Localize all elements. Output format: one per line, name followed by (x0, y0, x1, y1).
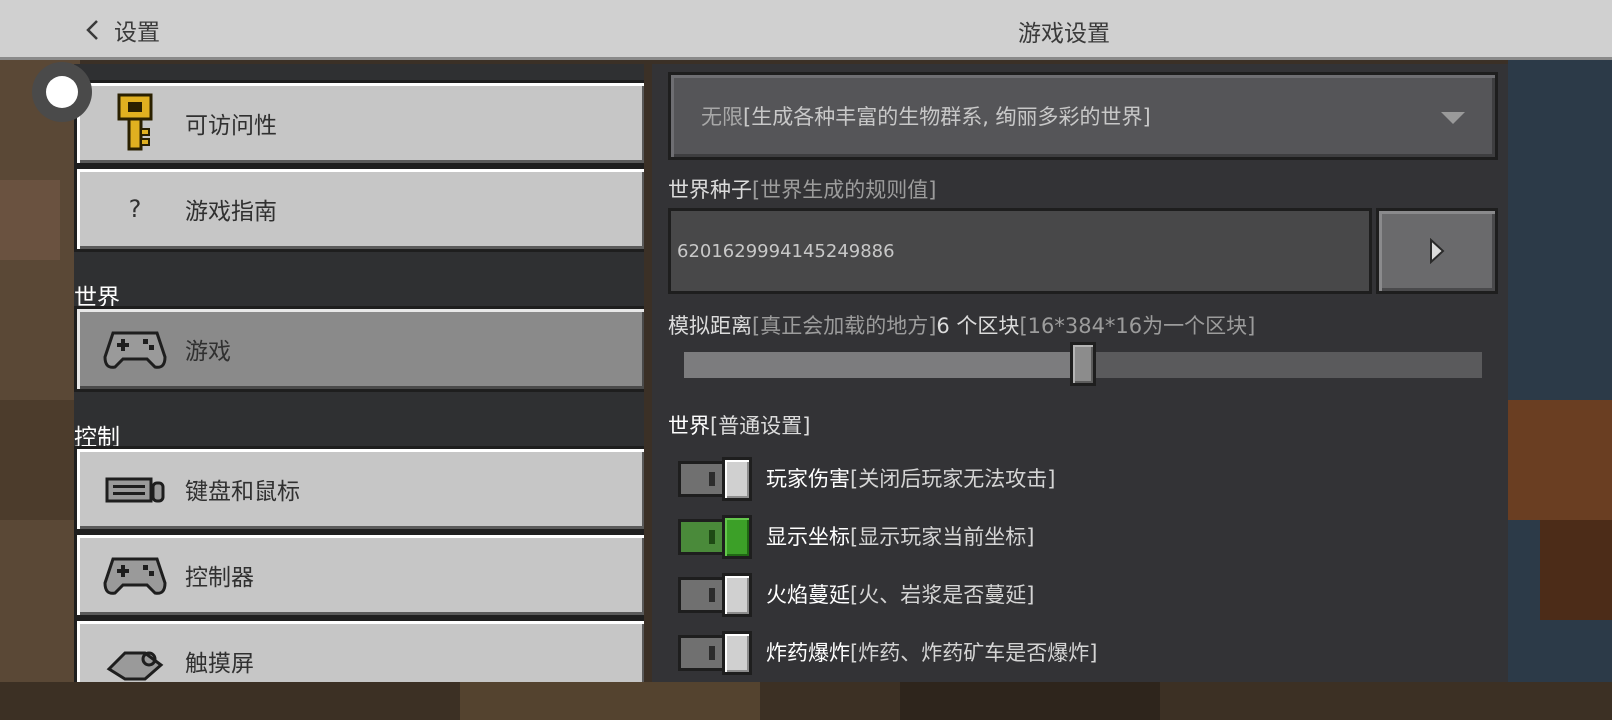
dropdown-caret-icon (1441, 112, 1465, 124)
sidebar-item-label: 可访问性 (185, 113, 277, 139)
toggle-label: 玩家伤害[关闭后玩家无法攻击] (766, 467, 1056, 491)
player-damage-toggle[interactable] (678, 457, 754, 501)
sidebar-item-label: 触摸屏 (185, 651, 254, 677)
sidebar-item-controller[interactable]: 控制器 (74, 532, 644, 618)
circle-dot-icon (46, 76, 78, 108)
floating-toggle-button[interactable] (32, 62, 92, 122)
sidebar-item-label: 游戏 (185, 339, 231, 365)
game-settings-panel[interactable]: 无限[生成各种丰富的生物群系, 绚丽多彩的世界] 世界种子[世界生成的规则值] … (652, 64, 1508, 682)
sidebar-item-how-to-play[interactable]: ? 游戏指南 (74, 166, 644, 252)
back-label: 设置 (114, 20, 160, 46)
toggle-row-fire-spread: 火焰蔓延[火、岩浆是否蔓延] (678, 570, 1034, 618)
show-coordinates-toggle[interactable] (678, 515, 754, 559)
back-button[interactable]: 设置 (80, 12, 160, 48)
keyboard-mouse-icon (97, 454, 173, 524)
sidebar-item-keyboard-mouse[interactable]: 键盘和鼠标 (74, 446, 644, 532)
seed-label: 世界种子[世界生成的规则值] (668, 178, 937, 202)
seed-submit-button[interactable] (1376, 208, 1498, 294)
simulation-distance-label: 模拟距离[真正会加载的地方]6 个区块[16*384*16为一个区块] (668, 314, 1256, 338)
fire-spread-toggle[interactable] (678, 573, 754, 617)
world-section-title: 世界[普通设置] (668, 414, 811, 438)
slider-thumb[interactable] (1070, 342, 1096, 386)
sidebar-item-touchscreen[interactable]: 触摸屏 (74, 618, 644, 682)
slider-fill (684, 352, 1083, 378)
seed-input[interactable]: 6201629994145249886 (668, 208, 1372, 294)
key-icon (97, 88, 173, 158)
sidebar-item-label: 键盘和鼠标 (185, 479, 300, 505)
settings-sidebar[interactable]: 可访问性 ? 游戏指南 世界 游戏 控制 键盘和鼠标 控制器 触摸屏 (74, 64, 644, 682)
toggle-row-show-coordinates: 显示坐标[显示玩家当前坐标] (678, 512, 1034, 560)
controller-icon (97, 540, 173, 610)
toggle-row-player-damage: 玩家伤害[关闭后玩家无法攻击] (678, 454, 1055, 502)
sidebar-item-accessibility[interactable]: 可访问性 (74, 80, 644, 166)
play-arrow-icon (1430, 238, 1445, 264)
world-type-dropdown[interactable]: 无限[生成各种丰富的生物群系, 绚丽多彩的世界] (668, 72, 1498, 160)
sidebar-item-label: 游戏指南 (185, 199, 277, 225)
toggle-label: 显示坐标[显示玩家当前坐标] (766, 525, 1035, 549)
toggle-row-tnt-explodes: 炸药爆炸[炸药、炸药矿车是否爆炸] (678, 628, 1097, 676)
toggle-label: 火焰蔓延[火、岩浆是否蔓延] (766, 583, 1035, 607)
page-title: 游戏设置 (1018, 21, 1110, 47)
toggle-label: 炸药爆炸[炸药、炸药矿车是否爆炸] (766, 641, 1098, 665)
chevron-left-icon (86, 20, 98, 40)
sidebar-item-label: 控制器 (185, 565, 254, 591)
title-bar: 设置 游戏设置 (0, 0, 1612, 60)
tnt-explodes-toggle[interactable] (678, 631, 754, 675)
question-icon: ? (128, 195, 142, 223)
sidebar-item-game[interactable]: 游戏 (74, 306, 644, 392)
simulation-distance-slider[interactable] (684, 342, 1482, 386)
world-type-value: 无限[生成各种丰富的生物群系, 绚丽多彩的世界] (701, 105, 1151, 129)
touchscreen-icon (97, 626, 173, 682)
controller-icon (97, 314, 173, 384)
